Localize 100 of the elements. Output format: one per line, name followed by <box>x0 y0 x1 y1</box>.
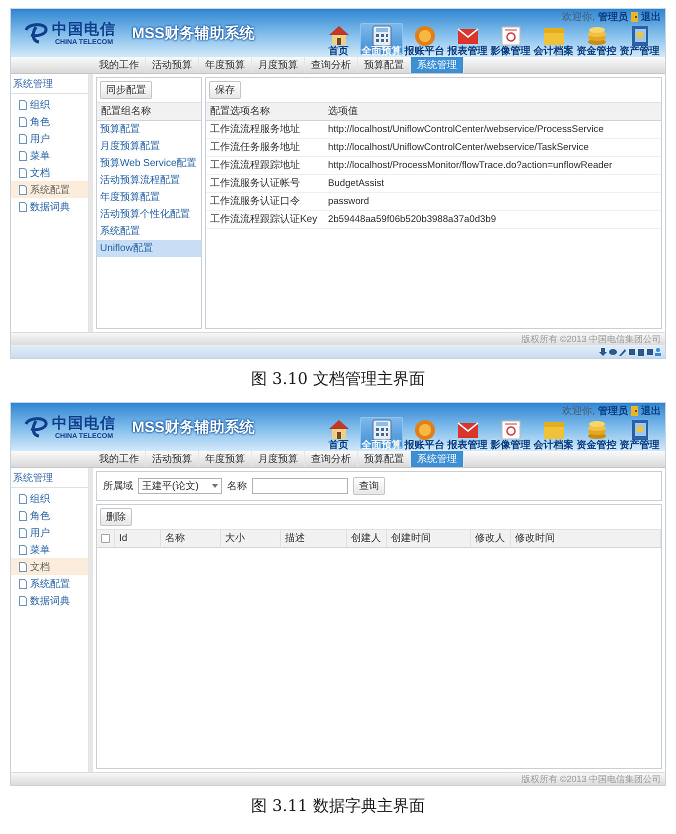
column-header: 配置选项名称 <box>206 103 324 121</box>
welcome-text: 欢迎你, <box>562 10 595 24</box>
house-icon <box>326 419 350 440</box>
nav-item[interactable]: 资产管理 <box>618 417 661 449</box>
column-header: 修改时间 <box>511 530 661 548</box>
config-group-item[interactable]: 预算Web Service配置 <box>97 155 201 172</box>
nav-item[interactable]: 首页 <box>317 417 360 449</box>
field-label: 名称 <box>227 480 247 493</box>
sidebar-item[interactable]: 文档 <box>11 164 88 181</box>
table-cell: BudgetAssist <box>324 175 661 193</box>
config-group-item[interactable]: 系统配置 <box>97 223 201 240</box>
sidebar-item[interactable]: 角色 <box>11 113 88 130</box>
table-cell: 工作流服务认证口令 <box>206 193 324 211</box>
sidebar-item[interactable]: 组织 <box>11 490 88 507</box>
nav-item[interactable]: 报表管理 <box>446 23 489 55</box>
coin-icon <box>412 419 436 440</box>
sidebar-item[interactable]: 数据词典 <box>11 592 88 609</box>
column-header: 创建时间 <box>387 530 471 548</box>
table-cell: 工作流任务服务地址 <box>206 139 324 157</box>
column-header: 创建人 <box>347 530 387 548</box>
sidebar-item[interactable]: 系统配置 <box>11 181 88 198</box>
calculator-icon <box>370 419 394 440</box>
nav-item[interactable]: 影像管理 <box>489 417 532 449</box>
table-cell: http://localhost/UniflowControlCenter/webservice/ProcessService <box>324 121 661 139</box>
sidebar-item[interactable]: 文档 <box>11 558 88 575</box>
nav-item[interactable]: 报账平台 <box>403 417 446 449</box>
config-group-item[interactable]: 预算配置 <box>97 121 201 138</box>
config-group-item[interactable]: 年度预算配置 <box>97 189 201 206</box>
house-icon <box>326 25 350 46</box>
sidebar-item[interactable]: 菜单 <box>11 147 88 164</box>
column-header: Id <box>115 530 161 548</box>
caret-icon <box>212 484 218 488</box>
framed-picture-icon <box>498 419 522 440</box>
select-all-checkbox[interactable] <box>101 534 110 543</box>
table-cell: http://localhost/ProcessMonitor/flowTrace.do?action=unflowReader <box>324 157 661 175</box>
sidebar-item[interactable]: 角色 <box>11 507 88 524</box>
save-button[interactable]: 保存 <box>209 81 241 99</box>
tab[interactable]: 我的工作 <box>93 57 146 73</box>
query-button[interactable]: 查询 <box>353 477 385 495</box>
sidebar-item[interactable]: 组织 <box>11 96 88 113</box>
tab[interactable]: 活动预算 <box>146 451 199 467</box>
column-header: 大小 <box>221 530 281 548</box>
sidebar-item[interactable]: 数据词典 <box>11 198 88 215</box>
logo-text: 中国电信 <box>52 20 116 39</box>
delete-button[interactable]: 删除 <box>100 508 132 526</box>
config-group-item[interactable]: 月度预算配置 <box>97 138 201 155</box>
sidebar-item[interactable]: 用户 <box>11 524 88 541</box>
tab[interactable]: 查询分析 <box>305 451 358 467</box>
table-cell: 工作流流程跟踪地址 <box>206 157 324 175</box>
table-cell: http://localhost/UniflowControlCenter/webservice/TaskService <box>324 139 661 157</box>
nav-item[interactable]: 报表管理 <box>446 417 489 449</box>
config-group-item[interactable]: 活动预算个性化配置 <box>97 206 201 223</box>
sidebar-item[interactable]: 系统配置 <box>11 575 88 592</box>
telecom-logo-icon <box>23 415 49 439</box>
door-icon <box>631 406 638 416</box>
tray-icons-drawing <box>599 348 661 356</box>
column-header: 名称 <box>161 530 221 548</box>
sidebar-item[interactable]: 菜单 <box>11 541 88 558</box>
figure-caption: 图 3.11 数据字典主界面 <box>251 796 425 817</box>
column-header: 修改人 <box>471 530 511 548</box>
sync-button[interactable]: 同步配置 <box>100 81 152 99</box>
sidebar-item[interactable]: 用户 <box>11 130 88 147</box>
tab[interactable]: 月度预算 <box>252 451 305 467</box>
system-title: MSS财务辅助系统 <box>132 418 255 436</box>
field-label: 所属域 <box>103 480 133 493</box>
table-cell: 2b59448aa59f06b520b3988a37a0d3b9 <box>324 211 661 229</box>
tab[interactable]: 年度预算 <box>199 57 252 73</box>
calculator-icon <box>370 25 394 46</box>
logo-text: 中国电信 <box>52 414 116 433</box>
door-icon <box>631 12 638 22</box>
figure-caption: 图 3.10 文档管理主界面 <box>251 369 425 390</box>
column-header: 配置组名称 <box>97 103 201 121</box>
nav-item[interactable]: 会计档案 <box>532 23 575 55</box>
tab[interactable]: 活动预算 <box>146 57 199 73</box>
config-group-item[interactable]: 活动预算流程配置 <box>97 172 201 189</box>
table-cell: password <box>324 193 661 211</box>
nav-item[interactable]: 资金管控 <box>575 417 618 449</box>
copyright-text: 版权所有 ©2013 中国电信集团公司 <box>521 772 661 786</box>
welcome-text: 欢迎你, <box>562 404 595 418</box>
column-header: 描述 <box>281 530 347 548</box>
nav-item[interactable]: 影像管理 <box>489 23 532 55</box>
nav-item[interactable]: 资产管理 <box>618 23 661 55</box>
nav-item[interactable]: 首页 <box>317 23 360 55</box>
column-header: 选项值 <box>324 103 661 121</box>
table-cell: 工作流流程跟踪认证Key <box>206 211 324 229</box>
tab[interactable]: 月度预算 <box>252 57 305 73</box>
telecom-logo-icon <box>23 21 49 45</box>
nav-item[interactable]: 资金管控 <box>575 23 618 55</box>
folder-icon <box>542 419 566 440</box>
domain-select[interactable]: 王建平(论文) <box>138 478 222 494</box>
nav-item[interactable]: 报账平台 <box>403 23 446 55</box>
table-cell: 工作流服务认证帐号 <box>206 175 324 193</box>
tab[interactable]: 年度预算 <box>199 451 252 467</box>
nav-item[interactable]: 会计档案 <box>532 417 575 449</box>
name-input-field[interactable] <box>252 478 348 494</box>
tab[interactable]: 我的工作 <box>93 451 146 467</box>
tab[interactable]: 查询分析 <box>305 57 358 73</box>
config-group-item[interactable]: Uniflow配置 <box>97 240 201 257</box>
coin-icon <box>412 25 436 46</box>
framed-picture-icon <box>498 25 522 46</box>
